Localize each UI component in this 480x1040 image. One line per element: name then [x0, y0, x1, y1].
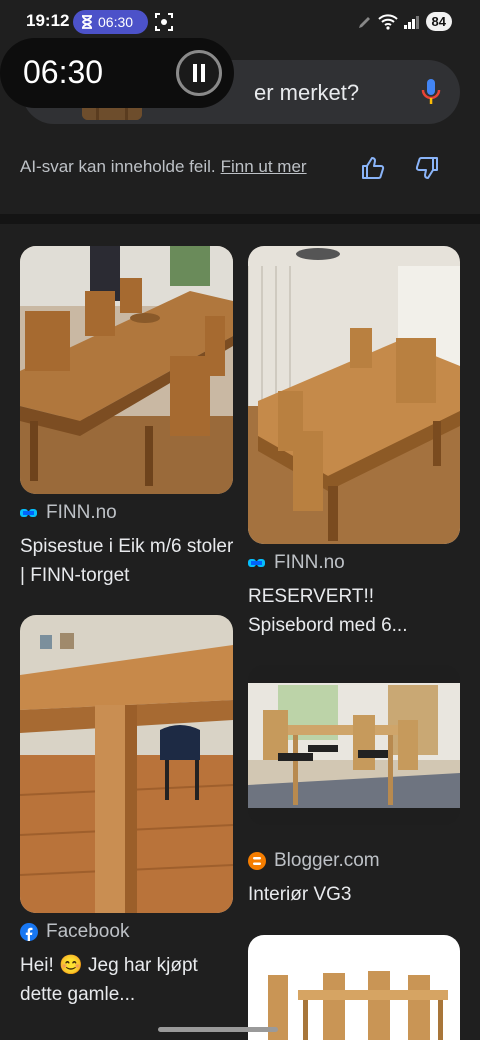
floating-timer[interactable]: 06:30 [0, 38, 234, 108]
result-source[interactable]: Blogger.com [248, 850, 380, 872]
result-source[interactable]: FINN.no [248, 552, 345, 574]
finn-icon [248, 559, 265, 567]
pause-icon [193, 64, 205, 82]
floating-timer-time: 06:30 [23, 54, 104, 90]
ai-disclaimer: AI-svar kan inneholde feil. Finn ut mer [20, 155, 460, 185]
result-image[interactable] [20, 615, 233, 913]
status-timer-text: 06:30 [98, 14, 134, 30]
hourglass-icon [82, 15, 92, 29]
pen-icon [358, 16, 370, 28]
result-title[interactable]: Hei! 😊 Jeg har kjøpt dette gamle... [20, 951, 225, 1009]
result-image[interactable] [248, 665, 460, 825]
pause-button[interactable] [176, 50, 222, 96]
result-image[interactable] [20, 246, 233, 494]
search-query-text[interactable]: er merket? [254, 80, 359, 106]
result-image[interactable] [248, 935, 460, 1040]
finn-icon [20, 509, 37, 517]
result-source-name: FINN.no [46, 502, 117, 523]
result-image[interactable] [248, 246, 460, 544]
result-source[interactable]: Facebook [20, 921, 129, 943]
mic-icon[interactable] [420, 78, 442, 106]
blogger-icon [248, 852, 266, 870]
learn-more-link[interactable]: Finn ut mer [221, 157, 307, 176]
ai-disclaimer-text: AI-svar kan inneholde feil. [20, 157, 216, 176]
result-source[interactable]: FINN.no [20, 502, 117, 524]
facebook-icon [20, 923, 38, 941]
battery-level: 84 [425, 12, 452, 31]
status-time: 19:12 [26, 11, 70, 30]
thumbs-down-icon[interactable] [414, 155, 440, 181]
screenshot-icon [155, 13, 173, 31]
home-indicator[interactable] [158, 1027, 278, 1032]
wifi-icon [377, 13, 398, 30]
result-title[interactable]: Interiør VG3 [248, 880, 463, 909]
thumbs-up-icon[interactable] [360, 155, 386, 181]
status-indicators: 84 [358, 12, 452, 31]
result-source-name: FINN.no [274, 552, 345, 573]
result-source-name: Facebook [46, 921, 130, 942]
section-divider [0, 214, 480, 224]
signal-icon [403, 15, 419, 29]
result-title[interactable]: RESERVERT!! Spisebord med 6... [248, 582, 448, 640]
result-source-name: Blogger.com [274, 850, 380, 871]
result-title[interactable]: Spisestue i Eik m/6 stoler | FINN-torget [20, 532, 235, 590]
status-timer-chip[interactable]: 06:30 [73, 10, 148, 34]
